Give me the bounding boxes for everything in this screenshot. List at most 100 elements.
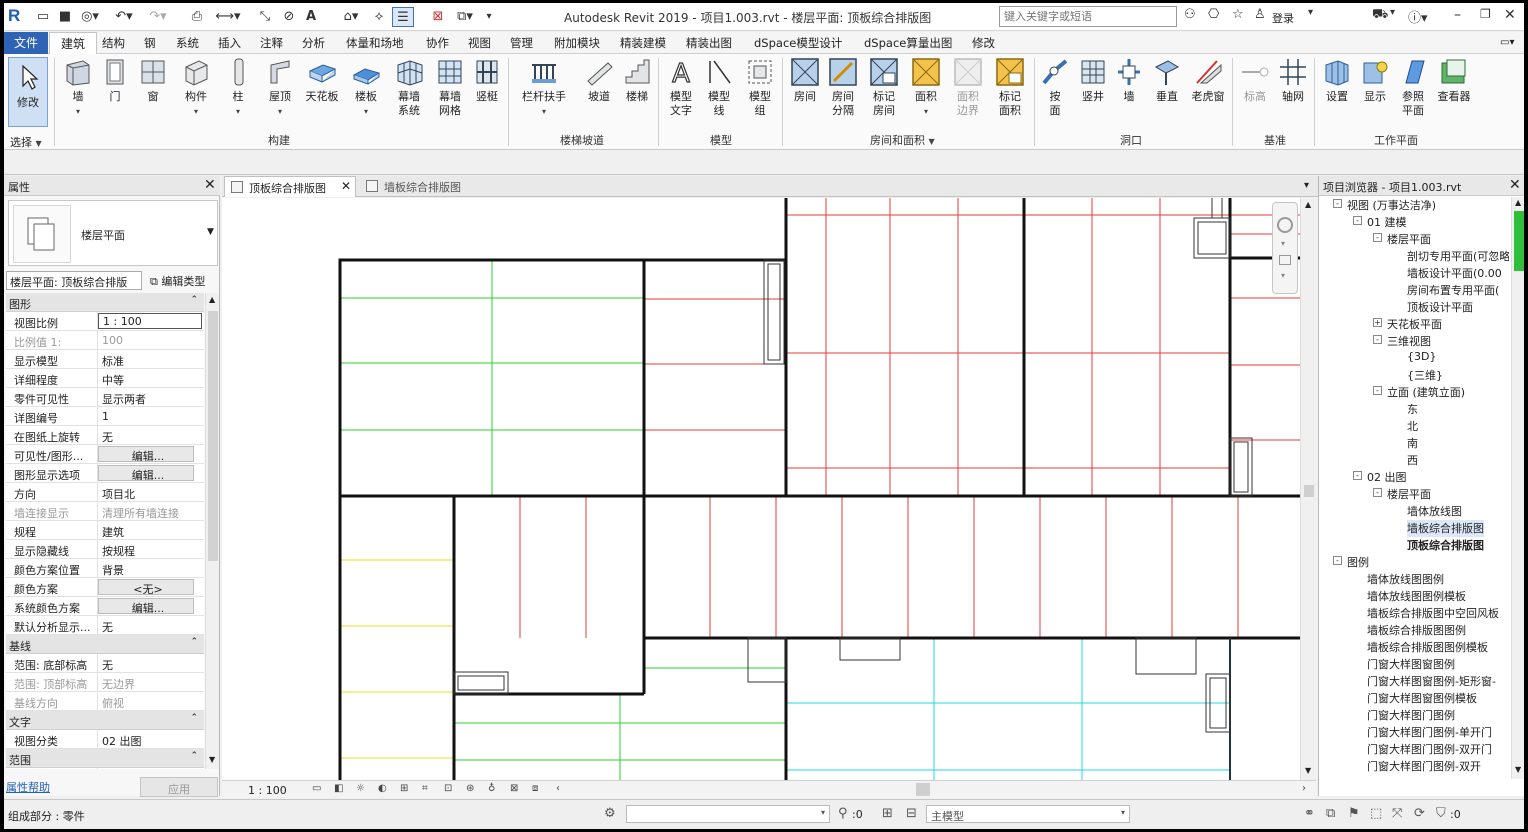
property-row[interactable]: 比例值 1: 100 (6, 331, 204, 350)
property-row[interactable]: 系统颜色方案 编辑... (6, 597, 204, 616)
browser-node[interactable]: - 楼层平面 (1373, 231, 1431, 248)
browser-node[interactable]: - 立面 (建筑立面) (1373, 384, 1465, 401)
ceiling-button[interactable]: 天花板 (302, 57, 342, 104)
property-row[interactable]: 详图编号 1 (6, 407, 204, 426)
sync-icon[interactable]: ◎▾ (78, 7, 102, 25)
property-row[interactable]: 显示模型 标准 (6, 350, 204, 369)
collapse-node-icon[interactable]: - (1333, 199, 1342, 208)
open-icon[interactable]: ▭ (34, 7, 52, 25)
browser-node[interactable]: 南 (1407, 435, 1418, 452)
sun-path-icon[interactable]: ☼ (356, 783, 370, 796)
navigation-bar[interactable]: ▾ ▾ (1272, 202, 1298, 294)
temp-view-props-icon[interactable]: ⊠ (510, 783, 524, 796)
property-row[interactable]: 默认分析显示... 无 (6, 616, 204, 635)
tab-systems[interactable]: 系统 (176, 35, 199, 51)
room-separator-button[interactable]: 房间分隔 (826, 57, 860, 118)
collapse-node-icon[interactable]: - (1353, 471, 1362, 480)
property-value[interactable]: 中等 (98, 369, 204, 387)
property-value[interactable]: 项目北 (98, 483, 204, 501)
tab-collaborate[interactable]: 协作 (426, 35, 449, 51)
canvas-vscroll-thumb[interactable] (1304, 485, 1314, 497)
undo-icon[interactable]: ↶▾ (110, 7, 138, 25)
browser-node[interactable]: - 图例 (1333, 554, 1369, 571)
browser-node[interactable]: -01 建模 (1353, 214, 1407, 231)
curtain-system-button[interactable]: 幕墙系统 (390, 57, 428, 118)
property-value[interactable]: 1 (98, 407, 204, 425)
browser-node[interactable]: 房间布置专用平面( (1407, 282, 1499, 299)
model-line-button[interactable]: 模型线 (702, 57, 736, 118)
browser-node[interactable]: 墙板综合排版图图例 (1367, 622, 1466, 639)
canvas-hscroll-thumb[interactable] (916, 783, 930, 796)
expand-node-icon[interactable]: + (1373, 318, 1382, 327)
save-icon[interactable]: ■ (56, 7, 74, 25)
search-input[interactable] (999, 6, 1177, 27)
browser-node[interactable]: 门窗大样图窗图例 (1367, 656, 1455, 673)
revit-logo-icon[interactable]: R (8, 6, 26, 26)
property-row[interactable]: 图形显示选项 编辑... (6, 464, 204, 483)
model-group-button[interactable]: 模型组 (740, 57, 780, 118)
tab-file[interactable]: 文件 (4, 32, 48, 54)
browser-scroll-up-icon[interactable]: ▲ (1515, 198, 1521, 207)
user-icon[interactable]: ♙ (1254, 7, 1266, 22)
browser-node[interactable]: {3D} (1407, 350, 1436, 367)
railing-button[interactable]: 栏杆扶手 ▾ (516, 57, 572, 119)
browser-node[interactable]: - 楼层平面 (1373, 486, 1431, 503)
browser-scrollbar[interactable]: ▲ ▼ (1511, 197, 1524, 779)
reference-plane-button[interactable]: 参照平面 (1396, 57, 1430, 118)
browser-node[interactable]: 门窗大样图门图例-双开 (1367, 758, 1481, 775)
login-button[interactable]: 登录 (1272, 10, 1294, 26)
browser-node[interactable]: 顶板综合排版图 (1407, 537, 1484, 554)
redo-icon[interactable]: ↷▾ (144, 7, 172, 25)
tab-massing-site[interactable]: 体量和场地 (346, 35, 404, 51)
collapse-node-icon[interactable]: - (1353, 216, 1362, 225)
zoom-dropdown-icon[interactable]: ▾ (1281, 271, 1285, 280)
stair-button[interactable]: 楼梯 (620, 57, 654, 104)
nav-dropdown-icon[interactable]: ▾ (1281, 239, 1285, 248)
tab-insert[interactable]: 插入 (218, 35, 241, 51)
drawing-canvas[interactable]: ▾ ▾ (222, 198, 1300, 780)
property-edit-button[interactable]: 编辑... (98, 465, 194, 481)
property-value[interactable]: 背景 (98, 559, 204, 577)
browser-node[interactable]: 墙体放线图 (1407, 503, 1462, 520)
property-row[interactable]: 在图纸上旋转无 (6, 426, 204, 445)
wall-button[interactable]: 墙 ▾ (60, 57, 96, 119)
select-underlay-icon[interactable]: ⧉ (1326, 806, 1335, 821)
instance-filter-select[interactable]: 楼层平面: 顶板综合排版 (6, 271, 142, 290)
close-hidden-icon[interactable]: ⊠ (428, 7, 448, 25)
vertical-opening-button[interactable]: 垂直 (1150, 57, 1184, 104)
browser-scroll-thumb[interactable] (1514, 211, 1524, 271)
property-value[interactable]: 无 (98, 654, 204, 672)
collapse-node-icon[interactable]: - (1373, 488, 1382, 497)
collapse-node-icon[interactable]: - (1333, 556, 1342, 565)
property-row[interactable]: 颜色方案位置 背景 (6, 559, 204, 578)
tab-ceiling-layout[interactable]: 顶板综合排版图 ✕ (224, 176, 356, 197)
tab-steel[interactable]: 钢 (144, 35, 156, 51)
property-row[interactable]: 墙连接显示 清理所有墙连接 (6, 502, 204, 521)
tab-fitout-drawing[interactable]: 精装出图 (686, 35, 732, 51)
measure-icon[interactable]: ⟷▾ (215, 7, 240, 25)
show-render-icon[interactable]: ⊞ (400, 783, 414, 796)
hscroll-left-icon[interactable]: ‹ (556, 783, 570, 796)
design-option-icon[interactable]: ⊞ (882, 806, 893, 821)
tab-manage[interactable]: 管理 (510, 35, 533, 51)
browser-node[interactable]: 西 (1407, 452, 1418, 469)
properties-close-icon[interactable]: ✕ (204, 177, 216, 193)
show-workplane-button[interactable]: 显示 (1358, 57, 1392, 104)
vscroll-down-icon[interactable]: ▼ (1305, 766, 1311, 775)
property-row[interactable]: 范围: 底部标高无 (6, 654, 204, 673)
browser-node[interactable]: 门窗大样图门图例 (1367, 707, 1455, 724)
browser-node[interactable]: 门窗大样图门图例-单开门 (1367, 724, 1492, 741)
collapse-icon[interactable]: ⌃ (190, 637, 198, 647)
tag-icon[interactable]: ⊘ (280, 7, 298, 25)
browser-node[interactable]: 剖切专用平面(可忽略 (1407, 248, 1509, 265)
browser-node[interactable]: 门窗大样图窗图例模板 (1367, 690, 1477, 707)
by-face-button[interactable]: 按面 (1040, 57, 1070, 118)
tab-analyze[interactable]: 分析 (302, 35, 325, 51)
subscription-icon[interactable]: ⎔ (1208, 7, 1219, 22)
browser-node[interactable]: {三维} (1407, 367, 1443, 384)
tag-room-button[interactable]: 标记房间 (866, 57, 902, 118)
scroll-down-icon[interactable]: ▼ (209, 755, 215, 764)
vscroll-up-icon[interactable]: ▲ (1305, 200, 1311, 209)
customize-qat-icon[interactable]: ▾ (482, 7, 496, 25)
analytical-model-icon[interactable]: ⧈ (532, 783, 546, 796)
